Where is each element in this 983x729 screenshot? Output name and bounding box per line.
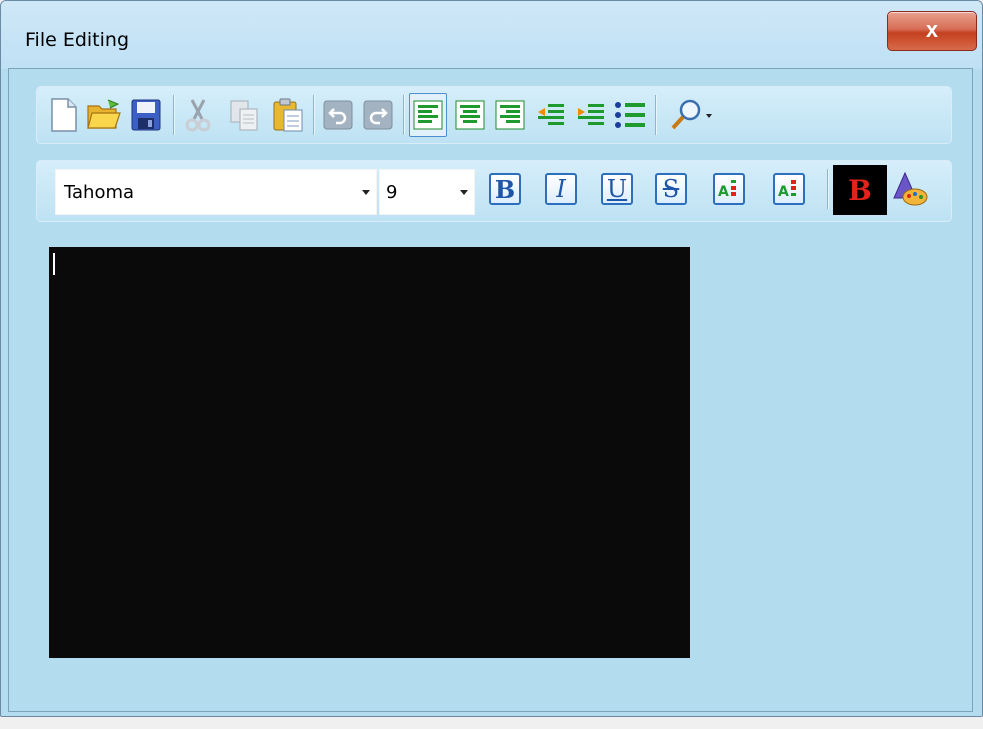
toolbar-separator [403, 95, 405, 135]
new-file-button[interactable] [45, 93, 83, 137]
save-file-button[interactable] [127, 93, 165, 137]
underline-label: U [606, 175, 628, 203]
text-color-label: B [848, 173, 872, 207]
strikethrough-button[interactable]: S [655, 173, 687, 205]
toolbar-separator [173, 95, 175, 135]
align-left-button[interactable] [409, 93, 447, 137]
svg-text:A: A [778, 184, 789, 200]
outdent-button[interactable] [531, 93, 569, 137]
outdent-icon [534, 100, 566, 130]
subscript-button[interactable]: A [773, 173, 805, 205]
close-icon: x [925, 17, 939, 42]
align-center-button[interactable] [451, 93, 489, 137]
font-family-select[interactable]: Tahoma [55, 169, 377, 215]
cut-button[interactable] [179, 93, 217, 137]
underline-button[interactable]: U [601, 173, 633, 205]
bold-label: B [494, 174, 516, 204]
format-toolbar: Tahoma 9 B I U S A A B [36, 160, 952, 222]
font-size-value: 9 [386, 182, 398, 203]
open-folder-icon [86, 98, 122, 132]
italic-label: I [556, 175, 566, 203]
window-title: File Editing [25, 29, 130, 51]
copy-icon [228, 98, 260, 132]
new-document-icon [49, 97, 79, 133]
align-left-icon [413, 100, 443, 130]
toolbar-separator [313, 95, 315, 135]
chevron-down-icon [362, 190, 370, 195]
paint-palette-icon [891, 170, 929, 208]
align-right-button[interactable] [491, 93, 529, 137]
redo-icon [362, 99, 394, 131]
close-button[interactable]: x [887, 11, 977, 51]
text-color-button[interactable]: B [833, 165, 887, 215]
text-caret [53, 253, 55, 275]
undo-button[interactable] [319, 93, 357, 137]
svg-text:A: A [718, 184, 729, 200]
strikethrough-label: S [662, 175, 680, 203]
magnifier-dropdown-icon [668, 98, 716, 132]
toolbar-separator [827, 169, 829, 209]
clipboard-paste-icon [271, 97, 305, 133]
copy-button[interactable] [225, 93, 263, 137]
bullet-list-icon [613, 99, 647, 131]
chevron-down-icon [460, 190, 468, 195]
subscript-icon: A [777, 178, 801, 200]
open-file-button[interactable] [85, 93, 123, 137]
bold-button[interactable]: B [489, 173, 521, 205]
italic-button[interactable]: I [545, 173, 577, 205]
font-size-select[interactable]: 9 [379, 169, 475, 215]
find-button[interactable] [665, 93, 719, 137]
scissors-icon [183, 97, 213, 133]
align-right-icon [495, 100, 525, 130]
paste-button[interactable] [269, 93, 307, 137]
undo-icon [322, 99, 354, 131]
font-family-value: Tahoma [64, 182, 135, 203]
floppy-disk-icon [130, 98, 162, 132]
toolbar-separator [655, 95, 657, 135]
title-bar[interactable]: File Editing [1, 1, 982, 69]
superscript-button[interactable]: A [713, 173, 745, 205]
background-color-button[interactable] [891, 167, 929, 211]
indent-button[interactable] [571, 93, 609, 137]
align-center-icon [455, 100, 485, 130]
main-toolbar [36, 86, 952, 144]
superscript-icon: A [717, 178, 741, 200]
bullet-list-button[interactable] [611, 93, 649, 137]
redo-button[interactable] [359, 93, 397, 137]
indent-icon [574, 100, 606, 130]
text-editor-area[interactable] [49, 247, 690, 658]
